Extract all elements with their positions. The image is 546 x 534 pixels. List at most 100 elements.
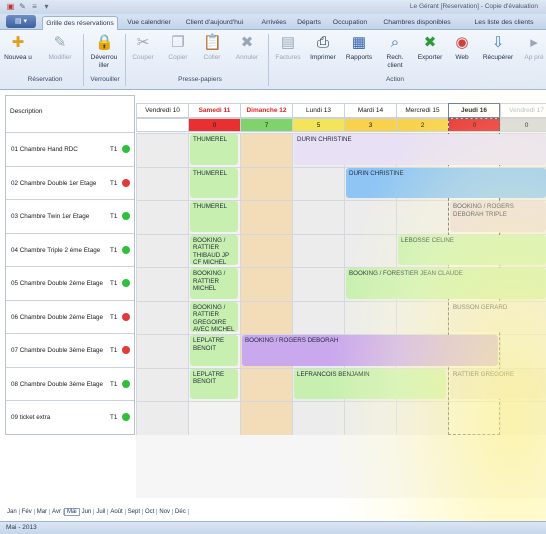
room-row[interactable]: 02 Chambre Double 1er Etage T1 (6, 165, 134, 200)
grid-cell[interactable] (240, 367, 292, 401)
month-tab[interactable]: Sept (126, 509, 144, 515)
apres-button[interactable]: ▸ Ap pré (522, 34, 546, 72)
booking-block[interactable]: LEPLATRE BENOIT (190, 335, 238, 366)
month-tab[interactable]: Jan (5, 509, 20, 515)
room-row[interactable]: 05 Chambre Double 2éme Etage T1 (6, 266, 134, 300)
grid-cell[interactable] (344, 200, 396, 234)
imprimer-button[interactable]: ⎙ Imprimer (306, 34, 340, 72)
month-tab[interactable]: Août (108, 509, 126, 515)
grid-cell[interactable] (240, 233, 292, 267)
grid-cell[interactable] (292, 200, 344, 234)
booking-block[interactable]: BOOKING / RATTIER MICHEL (190, 268, 238, 299)
day-header[interactable]: Lundi 13 (292, 103, 344, 118)
grid-cell[interactable] (344, 233, 396, 267)
app-menu-button[interactable]: ▤ ▾ (6, 15, 36, 28)
month-tab[interactable]: Mar (35, 509, 51, 515)
grid-cell[interactable] (240, 166, 292, 200)
month-tab[interactable]: Mai (63, 508, 80, 516)
quick-access-icon[interactable]: ≡ (30, 2, 39, 11)
month-tab[interactable]: Jun (80, 509, 95, 515)
grid-cell[interactable] (240, 300, 292, 334)
tab-vue-calendrier[interactable]: Vue calendrier (124, 16, 174, 30)
web-button[interactable]: ◉ Web (450, 34, 474, 72)
tab-departs[interactable]: Départs (296, 16, 322, 30)
grid-cell[interactable] (188, 401, 240, 435)
tab-arrivees[interactable]: Arrivées (260, 16, 288, 30)
grid-cell[interactable] (136, 233, 188, 267)
day-header[interactable]: Dimanche 12 (240, 103, 292, 118)
month-tab[interactable]: Nov (157, 509, 174, 515)
booking-block[interactable]: THUMEREL (190, 201, 238, 232)
tab-liste-clients[interactable]: Les liste des clients (462, 16, 546, 30)
grid-cell[interactable] (292, 267, 344, 301)
tab-occupation[interactable]: Occupation (330, 16, 370, 30)
booking-block[interactable]: THUMEREL (190, 134, 238, 165)
grid-cell[interactable] (136, 367, 188, 401)
room-row[interactable]: 09 ticket extra T1 (6, 400, 134, 434)
coller-button[interactable]: 📋 Coller (198, 34, 226, 72)
grid-cell[interactable] (240, 200, 292, 234)
day-header[interactable]: Vendredi 17 (500, 103, 546, 118)
tools-icon[interactable]: ✎ (18, 2, 27, 11)
rech-client-button[interactable]: ⌕ Rech. client (380, 34, 410, 72)
nouveau-button[interactable]: ✚ Nouvea u (4, 34, 32, 72)
day-header[interactable]: Mardi 14 (344, 103, 396, 118)
tab-client-aujourdhui[interactable]: Client d'aujourd'hui (182, 16, 247, 30)
grid-cell[interactable] (292, 233, 344, 267)
booking-block[interactable]: LEBOSSE CELINE (398, 234, 546, 265)
app-icon[interactable]: ▣ (6, 2, 15, 11)
modifier-button[interactable]: ✎ Modifier (42, 34, 78, 72)
grid-cell[interactable] (344, 401, 396, 435)
room-row[interactable]: 01 Chambre Hand RDC T1 (6, 132, 134, 166)
room-row[interactable]: 04 Chambre Triple 2 éme Etage T1 (6, 232, 134, 267)
grid-cell[interactable] (500, 401, 546, 435)
grid-cell[interactable] (136, 133, 188, 167)
month-tab[interactable]: Oct (143, 509, 158, 515)
copier-button[interactable]: ❐ Copier (164, 34, 192, 72)
grid-cell[interactable] (396, 401, 448, 435)
rapports-button[interactable]: ▦ Rapports (341, 34, 377, 72)
booking-block[interactable]: BOOKING / RATTIER GREGOIRE AVEC MICHEL (190, 301, 238, 332)
booking-block[interactable]: BOOKING / FORESTIER JEAN CLAUDE (346, 268, 546, 299)
day-header[interactable]: Mercredi 15 (396, 103, 448, 118)
grid-cell[interactable] (240, 267, 292, 301)
booking-block[interactable]: BUSSON GERARD (450, 301, 546, 332)
tab-chambres-disponibles[interactable]: Chambres disponibles (378, 16, 456, 30)
grid-cell[interactable] (396, 200, 448, 234)
grid-cell[interactable] (136, 200, 188, 234)
grid-cell[interactable] (136, 166, 188, 200)
month-tab[interactable]: Fév (20, 509, 35, 515)
grid-cell[interactable] (136, 334, 188, 368)
day-header[interactable]: Samedi 11 (188, 103, 240, 118)
grid-cell[interactable] (136, 267, 188, 301)
room-row[interactable]: 08 Chambre Double 3éme Etage T1 (6, 366, 134, 401)
deverrouiller-button[interactable]: 🔒 Déverrou iller (87, 34, 121, 72)
exporter-button[interactable]: ✖ Exporter (414, 34, 446, 72)
grid-cell[interactable] (292, 300, 344, 334)
booking-block[interactable]: LEPLATRE BENOIT (190, 368, 238, 399)
booking-block[interactable]: BOOKING / RATTIER THIBAUD JP CF MICHEL (190, 234, 238, 265)
month-tab[interactable]: Avr (50, 509, 64, 515)
grid-cell[interactable] (292, 401, 344, 435)
tab-grille[interactable]: Grille des réservations (42, 16, 118, 30)
grid-cell[interactable] (292, 166, 344, 200)
dropdown-icon[interactable]: ▾ (42, 2, 51, 11)
booking-block[interactable]: BOOKING / ROGERS DEBORAH TRIPLE (450, 201, 546, 232)
day-header[interactable]: Vendredi 10 (136, 103, 188, 118)
room-row[interactable]: 03 Chambre Twin 1er Etage T1 (6, 199, 134, 233)
room-row[interactable]: 06 Chambre Double 2éme Etage T1 (6, 299, 134, 334)
annuler-button[interactable]: ✖ Annuler (232, 34, 262, 72)
grid-cell[interactable] (136, 401, 188, 435)
couper-button[interactable]: ✂ Couper (128, 34, 158, 72)
factures-button[interactable]: ▤ Factures (272, 34, 304, 72)
booking-block[interactable]: BOOKING / ROGERS DEBORAH (242, 335, 498, 366)
grid-cell[interactable] (136, 300, 188, 334)
grid-cell[interactable] (344, 300, 396, 334)
room-row[interactable]: 07 Chambre Double 3éme Etage T1 (6, 333, 134, 367)
booking-block[interactable]: DURIN CHRISTINE (346, 167, 546, 198)
grid-cell[interactable] (240, 133, 292, 167)
booking-block[interactable]: LEFRANCOIS BENJAMIN (294, 368, 446, 399)
month-tab[interactable]: Juil (94, 509, 109, 515)
booking-block[interactable]: THUMEREL (190, 167, 238, 198)
booking-block[interactable]: DURIN CHRISTINE (294, 134, 546, 165)
